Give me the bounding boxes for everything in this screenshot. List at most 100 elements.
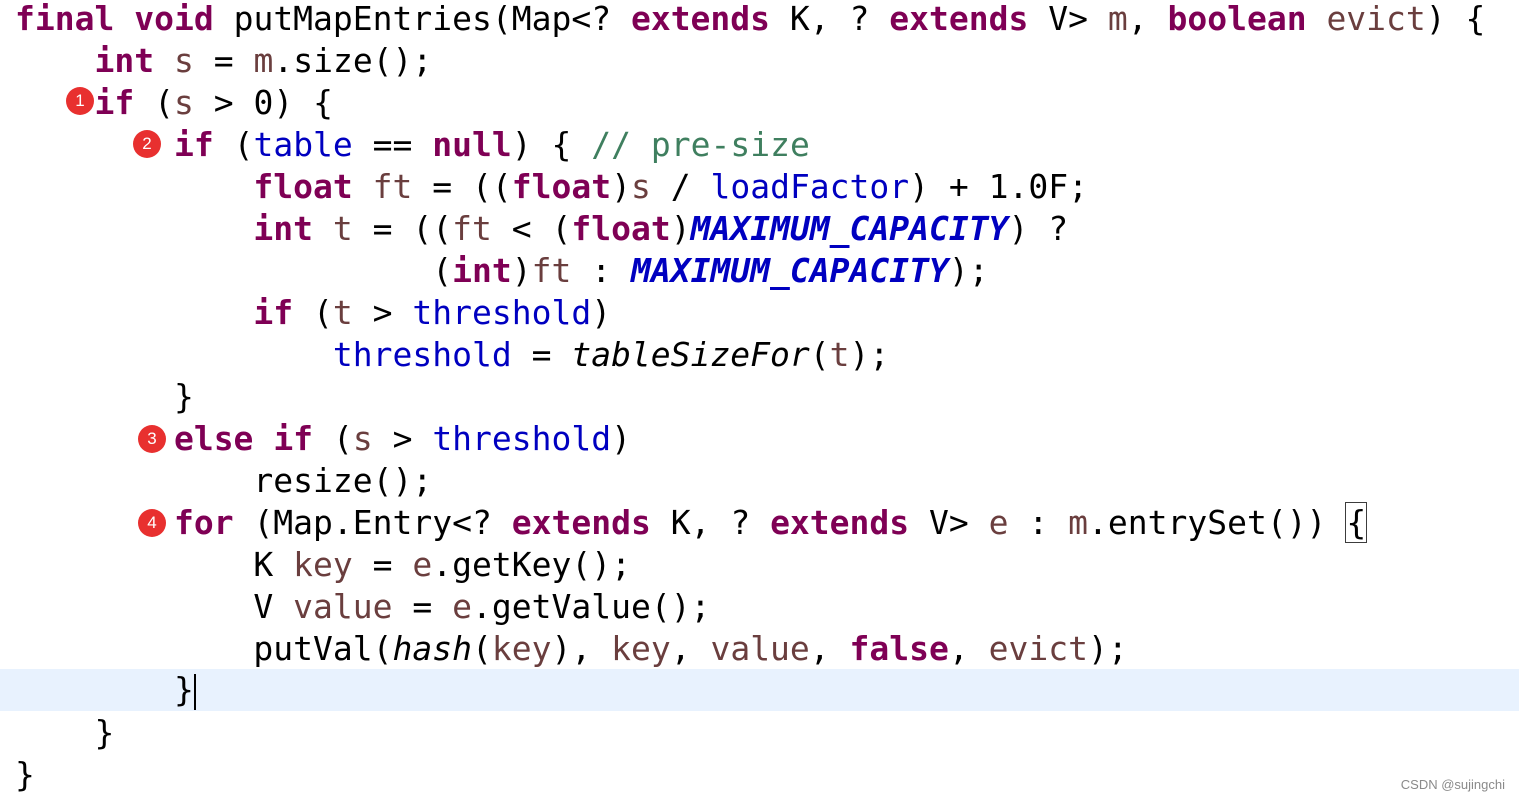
code-line-13[interactable]: for (Map.Entry<? extends K, ? extends V>… [15,502,1368,544]
var-e: e [412,545,433,584]
var-key: key [293,545,353,584]
field-threshold: threshold [332,335,512,374]
code-line-2[interactable]: int s = m.size(); [15,40,432,82]
param-m: m [1107,0,1128,38]
keyword: float [571,209,671,248]
keyword: if [253,293,294,332]
var-s: s [352,419,373,458]
type-param: V [253,587,274,626]
call-getKey: .getKey(); [432,545,631,584]
code-line-14[interactable]: K key = e.getKey(); [15,544,631,586]
punct: == [372,125,413,164]
var-value: value [293,587,393,626]
method-signature: putMapEntries(Map<? [233,0,612,38]
code-line-10[interactable]: } [15,376,194,418]
punct: ( [432,251,453,290]
type-param: V> [929,503,969,542]
keyword: boolean [1167,0,1307,38]
comment: // pre-size [591,125,810,164]
keyword: if [173,125,214,164]
code-line-12[interactable]: resize(); [15,460,432,502]
var-key: key [491,629,552,668]
method-tableSizeFor: tableSizeFor [571,335,810,374]
var-t: t [332,293,353,332]
type-param: K, [789,0,830,38]
call: .size(); [273,41,433,80]
keyword: final [15,0,115,38]
param-m: m [1068,503,1089,542]
keyword: int [452,251,512,290]
field-table: table [253,125,353,164]
var-t: t [829,335,850,374]
code-line-19[interactable]: } [15,754,35,796]
code-line-17-current[interactable]: } [0,669,1519,711]
punct: ) [611,167,631,206]
punct: = [213,41,234,80]
punct: > [392,419,413,458]
punct: ) [611,419,631,458]
code-line-15[interactable]: V value = e.getValue(); [15,586,710,628]
param-evict: evict [988,629,1088,668]
punct: = [412,587,433,626]
var-s: s [630,167,651,206]
keyword: false [849,629,949,668]
code-line-9[interactable]: threshold = tableSizeFor(t); [15,334,889,376]
type-param: V> [1048,0,1088,38]
punct: ); [1087,629,1128,668]
constant-max: MAXIMUM_CAPACITY [630,251,949,290]
punct: = (( [432,167,512,206]
punct: ( [471,629,492,668]
code-line-8[interactable]: if (t > threshold) [15,292,611,334]
punct: = [531,335,552,374]
punct: : [591,251,612,290]
punct: ); [948,251,989,290]
code-line-11[interactable]: else if (s > threshold) [15,418,631,460]
annotation-badge-2: 2 [133,130,161,158]
code-line-16[interactable]: putVal(hash(key), key, value, false, evi… [15,628,1128,670]
var-ft: ft [531,251,572,290]
punct: > [372,293,393,332]
punct: ( [233,125,254,164]
call-getValue: .getValue(); [472,587,711,626]
punct: , [571,629,592,668]
punct: ) { [511,125,572,164]
param-m: m [253,41,274,80]
punct: } [173,377,194,416]
punct: = [372,545,393,584]
punct: < [511,209,532,248]
punct: ( [332,419,353,458]
punct: = (( [372,209,453,248]
code-line-5[interactable]: float ft = ((float)s / loadFactor) + 1.0… [15,166,1088,208]
type-param: K [253,545,274,584]
call-entrySet: .entrySet()) [1088,503,1327,542]
punct: ) [591,293,612,332]
code-editor[interactable]: final void putMapEntries(Map<? extends K… [0,0,1519,800]
field-loadFactor: loadFactor [710,167,910,206]
annotation-badge-1: 1 [66,87,94,115]
param-evict: evict [1326,0,1426,38]
code-line-7[interactable]: (int)ft : MAXIMUM_CAPACITY); [15,250,989,292]
punct: } [173,670,194,709]
punct: ) { [1425,0,1486,38]
annotation-badge-4: 4 [138,509,166,537]
wildcard: ? [849,0,870,38]
code-line-6[interactable]: int t = ((ft < (float)MAXIMUM_CAPACITY) … [15,208,1068,250]
punct: ) [511,251,532,290]
call-putVal: putVal( [253,629,393,668]
keyword: for [173,503,234,542]
code-line-3[interactable]: if (s > 0) { [15,82,332,124]
method-hash: hash [392,629,472,668]
var-value: value [710,629,810,668]
punct: ); [849,335,890,374]
keyword: if [94,83,135,122]
text-caret [193,673,196,710]
keyword: int [94,41,155,80]
punct: / [670,167,691,206]
keyword: extends [889,0,1029,38]
wildcard: ? [730,503,751,542]
code-line-1[interactable]: final void putMapEntries(Map<? extends K… [15,0,1485,40]
code-line-18[interactable]: } [15,712,114,754]
keyword: int [253,209,314,248]
punct: (Map.Entry<? [253,503,492,542]
punct: ) [670,209,691,248]
